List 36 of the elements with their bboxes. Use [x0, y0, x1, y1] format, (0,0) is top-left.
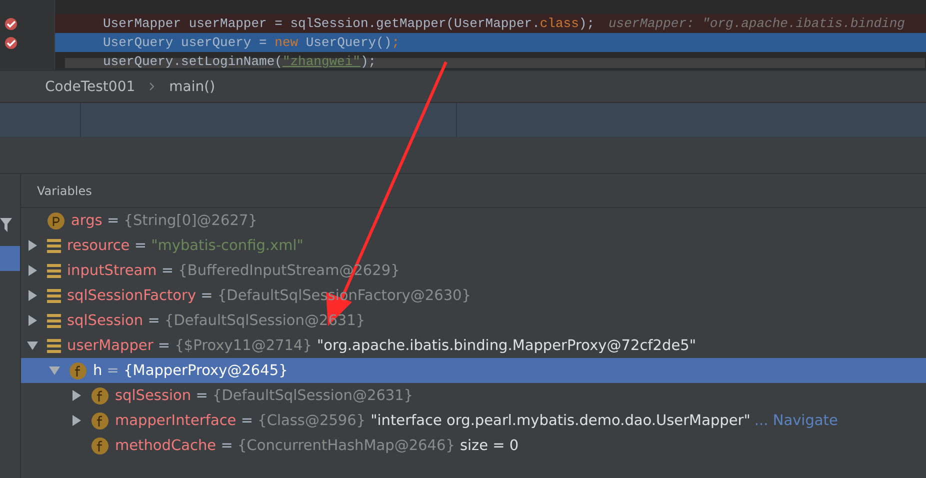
variable-entry: args = {String[0]@2627}	[71, 212, 258, 228]
local-variable-icon	[47, 312, 61, 328]
expand-toggle-icon[interactable]	[27, 290, 38, 301]
field-icon	[69, 362, 87, 380]
breadcrumb-item[interactable]: CodeTest001	[45, 78, 136, 94]
panel-title: Variables	[37, 184, 92, 198]
local-variable-icon	[47, 262, 61, 278]
field-icon	[91, 386, 109, 404]
local-variable-icon	[47, 338, 61, 354]
expand-toggle-icon[interactable]	[27, 265, 38, 276]
filter-icon[interactable]	[0, 218, 12, 232]
parameter-icon	[47, 212, 65, 230]
local-variable-icon	[47, 288, 61, 304]
code-line: UserMapper userMapper = sqlSession.getMapper(UserMapper.class); userMapper: "org.apache.ibatis.binding	[103, 16, 905, 31]
breakpoint-icon[interactable]	[4, 36, 18, 50]
code-line: UserQuery userQuery = new UserQuery();	[103, 35, 400, 50]
expand-toggle-icon[interactable]	[49, 365, 60, 376]
variable-entry: userMapper = {$Proxy11@2714} "org.apache.ibatis.binding.MapperProxy@72cf2de5"	[67, 338, 696, 354]
variable-entry: resource = "mybatis-config.xml"	[67, 238, 304, 254]
local-variable-icon	[47, 238, 61, 254]
breakpoint-icon[interactable]	[4, 16, 18, 30]
chevron-icon	[149, 82, 156, 91]
field-icon	[91, 412, 109, 430]
expand-toggle-icon[interactable]	[71, 415, 82, 426]
field-icon	[91, 436, 109, 454]
variable-entry: methodCache = {ConcurrentHashMap@2646} size = 0	[115, 438, 519, 454]
selection-highlight	[0, 246, 20, 271]
expand-toggle-icon[interactable]	[27, 340, 38, 351]
variable-entry: h = {MapperProxy@2645}	[93, 362, 288, 378]
variable-entry: sqlSession = {DefaultSqlSession@2631}	[115, 388, 414, 404]
code-line: userQuery.setLoginName("zhangwei");	[103, 54, 376, 69]
expand-toggle-icon[interactable]	[27, 240, 38, 251]
breadcrumb-item[interactable]: main()	[169, 78, 216, 94]
expand-toggle-icon[interactable]	[27, 315, 38, 326]
expand-toggle-icon[interactable]	[71, 390, 82, 401]
variable-entry: mapperInterface = {Class@2596} "interface org.pearl.mybatis.demo.dao.UserMapper"	[115, 412, 750, 428]
